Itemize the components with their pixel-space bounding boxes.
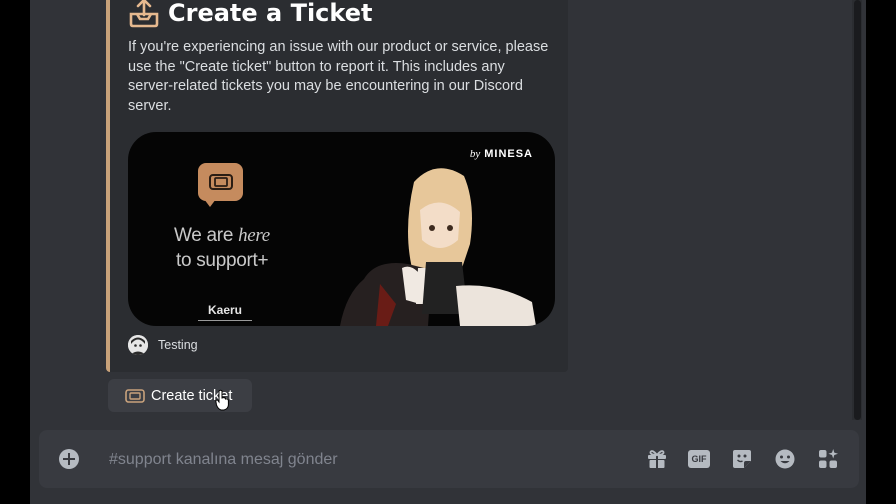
anime-character-illustration [340,168,536,326]
create-ticket-button[interactable]: Create ticket [108,379,252,412]
brand-name: MINESA [484,148,533,160]
slogan-we-are: We are [174,225,239,246]
apps-icon[interactable] [817,448,839,470]
embed-banner-image[interactable]: by MINESA We are here to support+ Kaeru [128,132,555,326]
speech-bubble-tail [204,199,216,207]
ticket-embed: Create a Ticket If you're experiencing a… [106,0,568,372]
embed-title-text: Create a Ticket [168,0,373,27]
embed-description: If you're experiencing an issue with our… [128,39,549,114]
sticker-icon[interactable] [731,448,753,470]
ticket-icon [209,174,233,190]
ticket-icon [125,388,145,403]
brand-by: by [469,148,481,160]
message-input[interactable] [107,430,591,490]
footer-text: Testing [158,338,198,352]
hand-pointer-cursor-icon [215,389,229,411]
slogan-line-2: to support+ [176,250,269,272]
slogan-line-1: We are here [174,225,270,247]
scrollbar-thumb[interactable] [854,0,861,420]
inbox-upload-icon [129,0,159,28]
slogan-support: support+ [196,250,269,271]
emoji-icon[interactable] [774,448,796,470]
message-composer: GIF [39,430,859,490]
gif-icon[interactable]: GIF [688,448,710,470]
slogan-here: here [238,225,270,246]
gif-label: GIF [688,450,710,468]
add-attachment-button[interactable] [59,449,79,469]
avatar-face-icon [128,335,148,355]
embed-title: Create a Ticket [128,0,372,29]
slogan-to: to [176,250,197,271]
brand-tag: by MINESA [470,148,533,160]
gift-icon[interactable] [646,448,668,470]
kaeru-logo: Kaeru [198,303,252,321]
footer-avatar [128,335,148,355]
embed-footer: Testing [128,335,198,355]
